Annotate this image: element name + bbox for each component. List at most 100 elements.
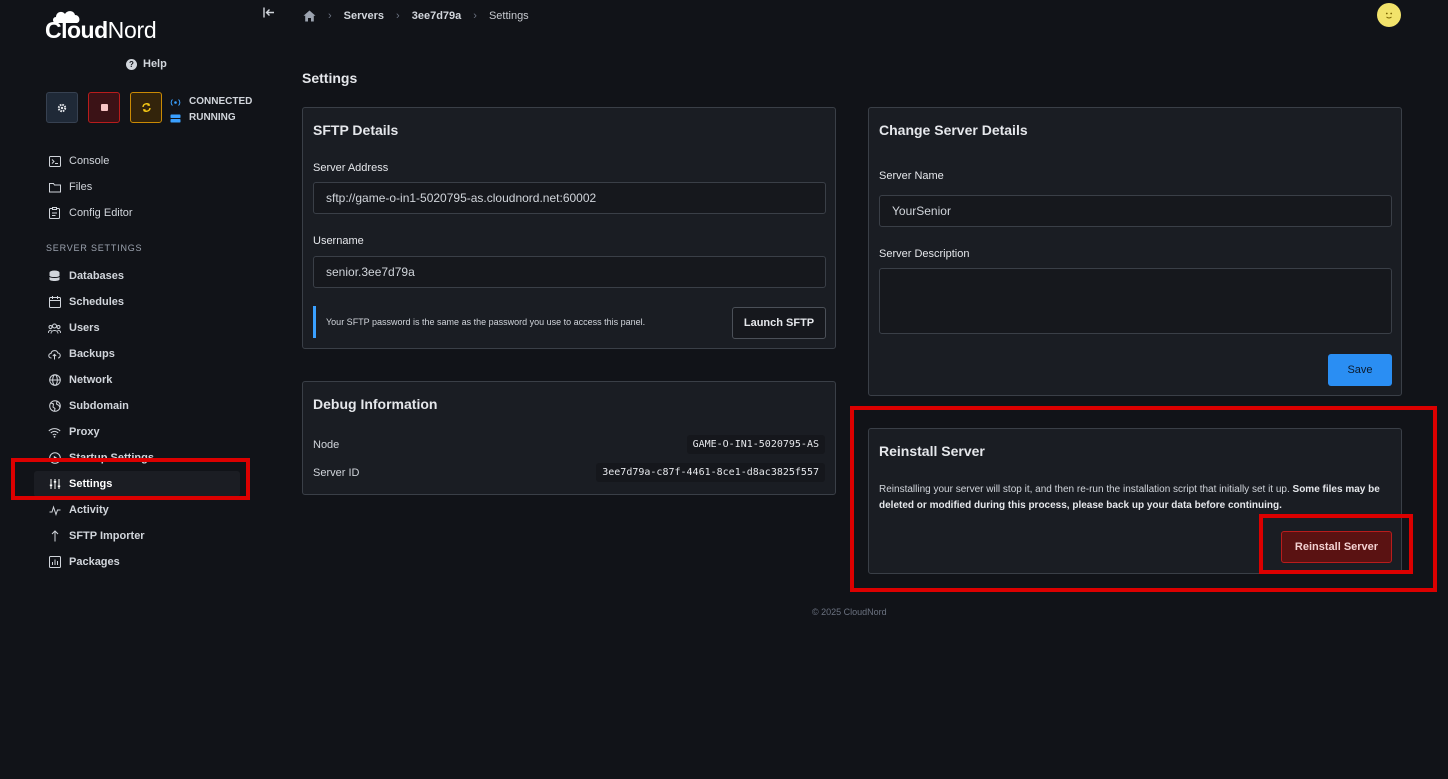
card-title: Debug Information <box>313 396 438 412</box>
launch-sftp-button[interactable]: Launch SFTP <box>732 307 826 339</box>
nav-item-label: Databases <box>69 270 125 282</box>
nav-item-databases[interactable]: Databases <box>34 263 240 289</box>
debug-information-card: Debug Information Node GAME-O-IN1-502079… <box>302 381 836 495</box>
activity-icon <box>48 504 61 517</box>
nav-main: Console Files Config Editor <box>34 148 240 226</box>
stop-icon <box>100 104 108 111</box>
refresh-icon <box>141 103 151 112</box>
card-title: SFTP Details <box>313 122 399 138</box>
server-address-field[interactable]: sftp://game-o-in1-5020795-as.cloudnord.n… <box>313 182 826 214</box>
power-controls <box>46 92 162 123</box>
debug-row-server-id: Server ID 3ee7d79a-c87f-4461-8ce1-d8ac38… <box>313 463 825 482</box>
nav-item-label: Backups <box>69 348 115 360</box>
breadcrumb-servers[interactable]: Servers <box>344 10 384 22</box>
nav-item-network[interactable]: Network <box>34 367 240 393</box>
running-status: RUNNING <box>170 110 252 126</box>
globe-icon <box>48 374 61 387</box>
nav-item-files[interactable]: Files <box>34 174 240 200</box>
collapse-sidebar-button[interactable] <box>263 7 275 21</box>
help-link[interactable]: ? Help <box>126 58 167 70</box>
nav-item-label: Console <box>69 155 110 167</box>
connected-label: CONNECTED <box>189 96 253 107</box>
users-icon <box>48 322 61 335</box>
nav-item-label: Config Editor <box>69 207 133 219</box>
node-label: Node <box>313 438 340 451</box>
connection-status: CONNECTED <box>170 94 252 110</box>
nav-item-label: Proxy <box>69 426 100 438</box>
save-button[interactable]: Save <box>1328 354 1392 386</box>
nav-item-label: Schedules <box>69 296 125 308</box>
nav-item-console[interactable]: Console <box>34 148 240 174</box>
debug-row-node: Node GAME-O-IN1-5020795-AS <box>313 435 825 454</box>
server-name-field[interactable]: YourSenior <box>879 195 1392 227</box>
wifi-icon <box>48 426 61 439</box>
breadcrumb: › Servers › 3ee7d79a › Settings <box>303 8 529 23</box>
server-description-textarea[interactable] <box>879 268 1392 334</box>
stop-button[interactable] <box>88 92 120 123</box>
avatar[interactable] <box>1377 3 1401 27</box>
nav-item-label: Users <box>69 322 100 334</box>
nav-item-label: SFTP Importer <box>69 530 145 542</box>
nav-item-activity[interactable]: Activity <box>34 497 240 523</box>
database-icon <box>48 270 61 283</box>
nav-item-users[interactable]: Users <box>34 315 240 341</box>
nav-item-packages[interactable]: Packages <box>34 549 240 575</box>
restart-button[interactable] <box>130 92 162 123</box>
running-label: RUNNING <box>189 112 236 123</box>
chevron-right-icon: › <box>473 9 477 22</box>
breadcrumb-server-id[interactable]: 3ee7d79a <box>412 10 462 22</box>
package-icon <box>48 556 61 569</box>
sftp-details-card: SFTP Details Server Address sftp://game-… <box>302 107 836 349</box>
calendar-icon <box>48 296 61 309</box>
collapse-left-icon <box>263 7 274 18</box>
highlight-box-settings-nav <box>11 458 250 500</box>
change-server-details-card: Change Server Details Server Name YourSe… <box>868 107 1402 396</box>
arrow-up-icon <box>48 530 61 543</box>
question-circle-icon: ? <box>126 58 137 70</box>
nav-item-label: Network <box>69 374 113 386</box>
sftp-password-note: Your SFTP password is the same as the pa… <box>313 306 721 338</box>
help-label: Help <box>143 58 167 70</box>
nav-item-config-editor[interactable]: Config Editor <box>34 200 240 226</box>
server-id-label: Server ID <box>313 466 360 479</box>
nav-item-label: Files <box>69 181 93 193</box>
nav-item-sftp-importer[interactable]: SFTP Importer <box>34 523 240 549</box>
server-name-label: Server Name <box>879 170 944 182</box>
chevron-right-icon: › <box>328 9 332 22</box>
section-title-server-settings: SERVER SETTINGS <box>46 243 143 253</box>
broadcast-icon <box>170 98 181 106</box>
folder-icon <box>48 181 61 194</box>
brand-logo[interactable]: Cloud Nord <box>45 8 157 44</box>
username-label: Username <box>313 235 364 247</box>
server-id-value: 3ee7d79a-c87f-4461-8ce1-d8ac3825f557 <box>596 463 825 482</box>
nav-item-label: Packages <box>69 556 120 568</box>
nav-item-schedules[interactable]: Schedules <box>34 289 240 315</box>
server-settings-button[interactable] <box>46 92 78 123</box>
nav-server-settings: Databases Schedules Users Backups Networ… <box>34 263 240 575</box>
chevron-right-icon: › <box>396 9 400 22</box>
nav-item-label: Subdomain <box>69 400 129 412</box>
smiley-icon <box>1385 12 1393 19</box>
nav-item-subdomain[interactable]: Subdomain <box>34 393 240 419</box>
cloud-logo-icon <box>53 11 80 23</box>
brand-nord: Nord <box>107 17 157 43</box>
server-icon <box>170 114 181 122</box>
world-icon <box>48 400 61 413</box>
nav-item-backups[interactable]: Backups <box>34 341 240 367</box>
nav-item-proxy[interactable]: Proxy <box>34 419 240 445</box>
nav-item-label: Activity <box>69 504 109 516</box>
terminal-icon <box>48 155 61 168</box>
footer-copyright: © 2025 CloudNord <box>812 607 887 617</box>
card-title: Change Server Details <box>879 122 1028 138</box>
cloud-upload-icon <box>48 348 61 361</box>
home-icon[interactable] <box>303 10 316 22</box>
gear-icon <box>57 103 67 112</box>
breadcrumb-current: Settings <box>488 9 529 22</box>
server-description-label: Server Description <box>879 248 970 260</box>
server-address-label: Server Address <box>313 162 389 174</box>
sidebar: Cloud Nord ? Help CONNECTED RUNNING Cons… <box>0 0 260 779</box>
username-field[interactable]: senior.3ee7d79a <box>313 256 826 288</box>
node-value: GAME-O-IN1-5020795-AS <box>686 435 825 454</box>
highlight-box-reinstall-button <box>1259 514 1413 574</box>
server-status: CONNECTED RUNNING <box>170 94 252 126</box>
